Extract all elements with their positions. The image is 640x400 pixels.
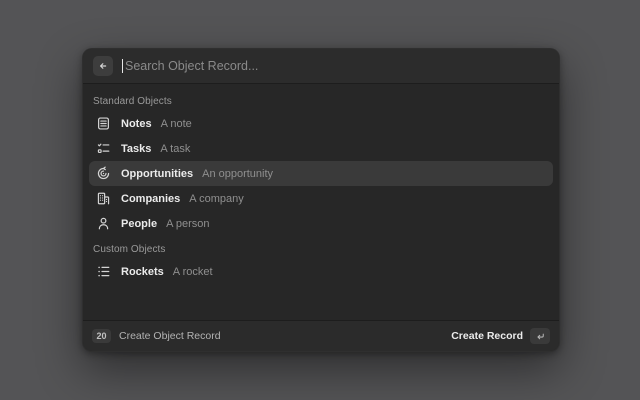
object-name: Rockets [121,266,164,278]
object-row-companies[interactable]: Companies A company [89,186,553,211]
object-description: A task [160,143,190,155]
create-object-record-action[interactable]: 20 Create Object Record [92,329,221,343]
object-name: Tasks [121,143,151,155]
people-icon [95,216,111,232]
footer-bar: 20 Create Object Record Create Record [83,320,559,351]
footer-action-label: Create Object Record [119,330,221,342]
text-caret [122,59,123,73]
results-list: Standard Objects Notes A note Tasks A task Op… [83,84,559,320]
section-label: Custom Objects [93,244,549,255]
object-description: A rocket [173,266,213,278]
object-name: People [121,218,157,230]
submit-label: Create Record [451,330,523,342]
section-label: Standard Objects [93,96,549,107]
shortcut-badge: 20 [92,329,111,343]
desktop-background: Standard Objects Notes A note Tasks A task Op… [0,0,640,400]
rockets-icon [95,264,111,280]
enter-key-icon [530,328,550,344]
opportunities-icon [95,166,111,182]
search-field [122,49,549,83]
search-header [83,49,559,84]
object-name: Companies [121,193,180,205]
object-row-notes[interactable]: Notes A note [89,111,553,136]
object-description: An opportunity [202,168,273,180]
object-description: A note [161,118,192,130]
object-description: A person [166,218,209,230]
object-name: Notes [121,118,152,130]
tasks-icon [95,141,111,157]
object-row-rockets[interactable]: Rockets A rocket [89,259,553,284]
back-button[interactable] [93,56,113,76]
companies-icon [95,191,111,207]
notes-icon [95,116,111,132]
create-record-action[interactable]: Create Record [451,328,550,344]
object-row-opportunities[interactable]: Opportunities An opportunity [89,161,553,186]
command-palette: Standard Objects Notes A note Tasks A task Op… [82,48,560,352]
object-name: Opportunities [121,168,193,180]
search-input[interactable] [125,49,549,83]
object-row-people[interactable]: People A person [89,211,553,236]
back-arrow-icon [97,60,109,72]
object-row-tasks[interactable]: Tasks A task [89,136,553,161]
object-description: A company [189,193,243,205]
